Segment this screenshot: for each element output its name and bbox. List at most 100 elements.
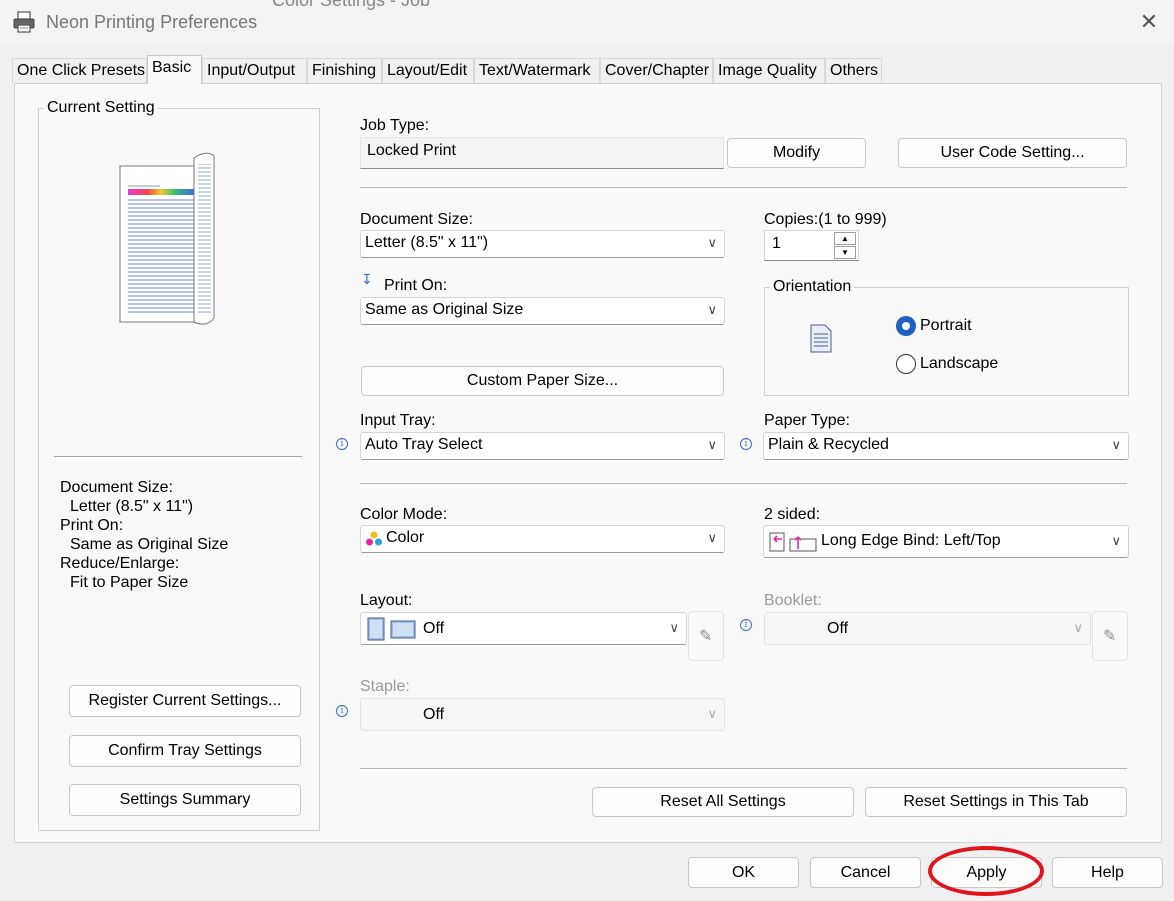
copies-spinbox[interactable]: 1 ▲ ▼ [764,230,859,261]
color-dots-icon [365,531,383,547]
chevron-down-icon: ∨ [707,302,717,317]
info-icon: i [336,705,348,717]
color-mode-label: Color Mode: [360,506,448,523]
ok-button[interactable]: OK [688,857,799,888]
print-on-select[interactable]: Same as Original Size ∨ [360,297,725,325]
tab-basic[interactable]: Basic [147,55,202,84]
print-on-label: Print On: [384,277,448,294]
document-preview-image [116,150,222,328]
divider [54,456,302,457]
custom-paper-size-button[interactable]: Custom Paper Size... [361,366,724,396]
layout-edit-button[interactable]: ✎ [688,611,724,661]
input-tray-select[interactable]: Auto Tray Select ∨ [360,432,725,460]
summary-document-size-label: Document Size: [60,479,173,496]
tab-one-click-presets[interactable]: One Click Presets [12,58,147,83]
booklet-value: Off [827,620,849,637]
chevron-down-icon: ∨ [669,620,679,635]
tab-strip: One Click Presets Basic Input/Output Fin… [12,55,1162,84]
portrait-radio[interactable] [896,316,916,336]
summary-document-size-value: Letter (8.5" x 11") [70,498,194,515]
copies-label: Copies:(1 to 999) [764,211,887,228]
duplex-long-edge-icon [768,531,820,553]
confirm-tray-settings-button[interactable]: Confirm Tray Settings [69,735,301,767]
info-icon: i [740,438,752,450]
background-window-text: Color Settings - Job [272,0,431,10]
reset-settings-in-tab-button[interactable]: Reset Settings in This Tab [865,787,1127,817]
two-sided-select[interactable]: Long Edge Bind: Left/Top ∨ [763,525,1129,558]
tab-image-quality[interactable]: Image Quality [713,58,825,83]
job-type-field: Locked Print [360,137,724,169]
staple-label: Staple: [360,678,410,695]
layout-value: Off [423,620,445,637]
landscape-radio[interactable] [896,354,916,374]
chevron-down-icon: ∨ [1073,620,1083,635]
orientation-label: Orientation [770,278,855,296]
tab-others[interactable]: Others [825,58,882,83]
two-sided-label: 2 sided: [764,506,821,523]
arrow-down-icon: ↧ [361,271,373,287]
chevron-down-icon: ∨ [707,437,717,452]
close-icon[interactable]: ✕ [1136,8,1162,36]
chevron-down-icon: ∨ [1111,437,1121,452]
chevron-down-icon: ∨ [707,706,717,721]
tab-cover-chapter[interactable]: Cover/Chapter [600,58,713,83]
help-button[interactable]: Help [1052,857,1163,888]
staple-select[interactable]: Off ∨ [360,698,725,731]
input-tray-label: Input Tray: [360,412,436,429]
landscape-label[interactable]: Landscape [920,355,998,373]
chevron-down-icon: ∨ [1111,533,1121,548]
booklet-edit-button[interactable]: ✎ [1092,611,1128,661]
pencil-icon: ✎ [699,628,713,645]
tab-layout-edit[interactable]: Layout/Edit [382,58,474,83]
cancel-button[interactable]: Cancel [810,857,921,888]
printer-icon [12,10,36,34]
window-title: Neon Printing Preferences [46,12,258,32]
tab-text-watermark[interactable]: Text/Watermark [474,58,600,83]
chevron-down-icon: ∨ [707,235,717,250]
divider [360,768,1127,769]
reset-all-settings-button[interactable]: Reset All Settings [592,787,854,817]
portrait-page-icon [808,322,834,354]
summary-reduce-enlarge-value: Fit to Paper Size [70,574,189,591]
two-sided-value: Long Edge Bind: Left/Top [821,532,1001,549]
copies-decrement-icon[interactable]: ▼ [834,246,856,259]
register-current-settings-button[interactable]: Register Current Settings... [69,685,301,717]
summary-print-on-label: Print On: [60,517,124,534]
layout-select[interactable]: Off ∨ [360,612,687,645]
layout-pages-icon [367,617,417,641]
summary-print-on-value: Same as Original Size [70,536,229,553]
apply-highlight-circle [928,846,1044,896]
document-size-value: Letter (8.5" x 11") [365,234,489,251]
divider [360,187,1127,188]
current-setting-label: Current Setting [44,99,158,117]
copies-value: 1 [772,235,781,252]
copies-increment-icon[interactable]: ▲ [834,232,856,245]
info-icon: i [336,438,348,450]
paper-type-select[interactable]: Plain & Recycled ∨ [763,432,1129,460]
booklet-select[interactable]: Off ∨ [764,612,1091,645]
job-type-label: Job Type: [360,117,430,134]
paper-type-value: Plain & Recycled [768,436,889,453]
paper-type-label: Paper Type: [764,412,850,429]
modify-button[interactable]: Modify [727,138,866,168]
staple-value: Off [423,706,445,723]
booklet-label: Booklet: [764,592,822,609]
divider [360,483,1127,484]
tab-input-output[interactable]: Input/Output [202,58,307,83]
input-tray-value: Auto Tray Select [365,436,483,453]
summary-reduce-enlarge-label: Reduce/Enlarge: [60,555,180,572]
tab-finishing[interactable]: Finishing [307,58,382,83]
document-size-label: Document Size: [360,211,473,228]
layout-label: Layout: [360,592,413,609]
color-mode-value: Color [386,529,425,546]
info-icon: i [740,619,752,631]
print-on-value: Same as Original Size [365,301,524,318]
pencil-icon: ✎ [1103,628,1117,645]
chevron-down-icon: ∨ [707,530,717,545]
settings-summary-button[interactable]: Settings Summary [69,784,301,816]
portrait-label[interactable]: Portrait [920,317,972,335]
job-type-value: Locked Print [367,142,456,159]
color-mode-select[interactable]: Color ∨ [360,525,725,553]
user-code-setting-button[interactable]: User Code Setting... [898,138,1127,168]
document-size-select[interactable]: Letter (8.5" x 11") ∨ [360,230,725,258]
